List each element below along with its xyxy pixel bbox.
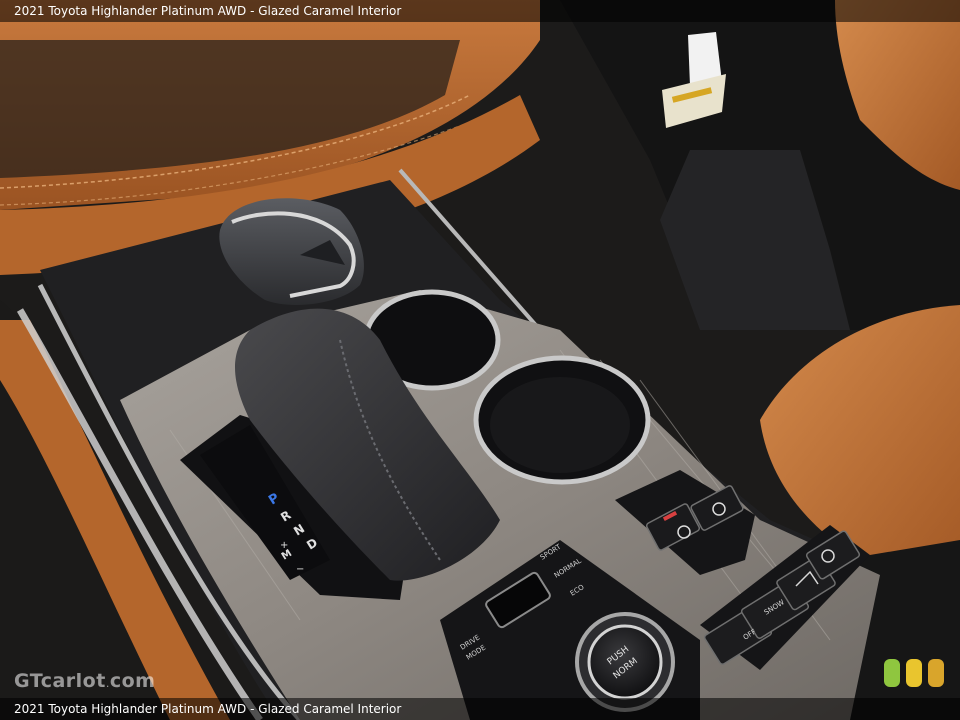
watermark-tld: com — [109, 670, 156, 692]
photo-viewer: P R N D M + − SPORT NORMAL ECO DRIVE MOD… — [0, 0, 960, 720]
site-watermark: GTcarlot.com — [14, 670, 155, 692]
svg-text:−: − — [296, 564, 304, 575]
three-color-squares-icon[interactable] — [884, 659, 944, 687]
interior-photo: P R N D M + − SPORT NORMAL ECO DRIVE MOD… — [0, 0, 960, 720]
green-square-icon[interactable] — [884, 659, 900, 687]
caption-bottom: 2021 Toyota Highlander Platinum AWD - Gl… — [0, 698, 960, 720]
caption-top: 2021 Toyota Highlander Platinum AWD - Gl… — [0, 0, 960, 22]
watermark-brand: GTcarlot — [14, 670, 106, 692]
yellow-square-icon[interactable] — [906, 659, 922, 687]
amber-square-icon[interactable] — [928, 659, 944, 687]
svg-text:+: + — [280, 540, 288, 551]
